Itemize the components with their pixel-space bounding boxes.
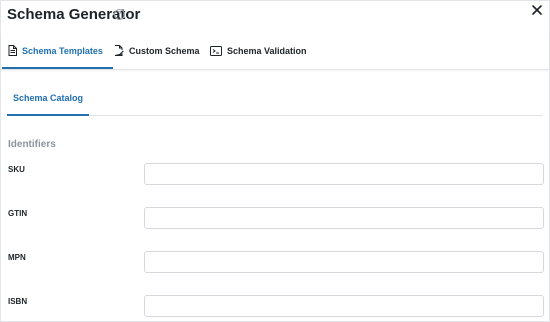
mpn-field[interactable] — [144, 251, 544, 273]
document-icon — [8, 45, 17, 56]
mpn-label: MPN — [8, 253, 26, 262]
gtin-label: GTIN — [8, 209, 28, 218]
schema-generator-modal: Schema Generator ? Schema Templates Cust… — [0, 0, 550, 322]
modal-header: Schema Generator ? — [1, 1, 549, 31]
tab-label: Custom Schema — [129, 45, 200, 56]
section-title-identifiers: Identifiers — [8, 139, 56, 150]
tab-schema-templates[interactable]: Schema Templates — [2, 33, 113, 69]
sku-label: SKU — [8, 165, 25, 174]
sku-field[interactable] — [144, 163, 544, 185]
subtab-schema-catalog[interactable]: Schema Catalog — [7, 81, 89, 116]
close-icon[interactable] — [531, 3, 543, 15]
sub-tabs: Schema Catalog — [7, 81, 543, 116]
terminal-icon — [210, 45, 222, 56]
document-edit-icon — [114, 45, 124, 56]
tab-label: Schema Templates — [22, 45, 103, 56]
tab-schema-validation[interactable]: Schema Validation — [210, 33, 307, 68]
tab-custom-schema[interactable]: Custom Schema — [114, 33, 200, 68]
tab-label: Schema Validation — [227, 45, 307, 56]
question-circle-icon[interactable]: ? — [114, 9, 125, 20]
isbn-field[interactable] — [144, 295, 544, 317]
gtin-field[interactable] — [144, 207, 544, 229]
isbn-label: ISBN — [8, 297, 28, 306]
main-tabs: Schema Templates Custom Schema Schema Va… — [1, 33, 549, 70]
